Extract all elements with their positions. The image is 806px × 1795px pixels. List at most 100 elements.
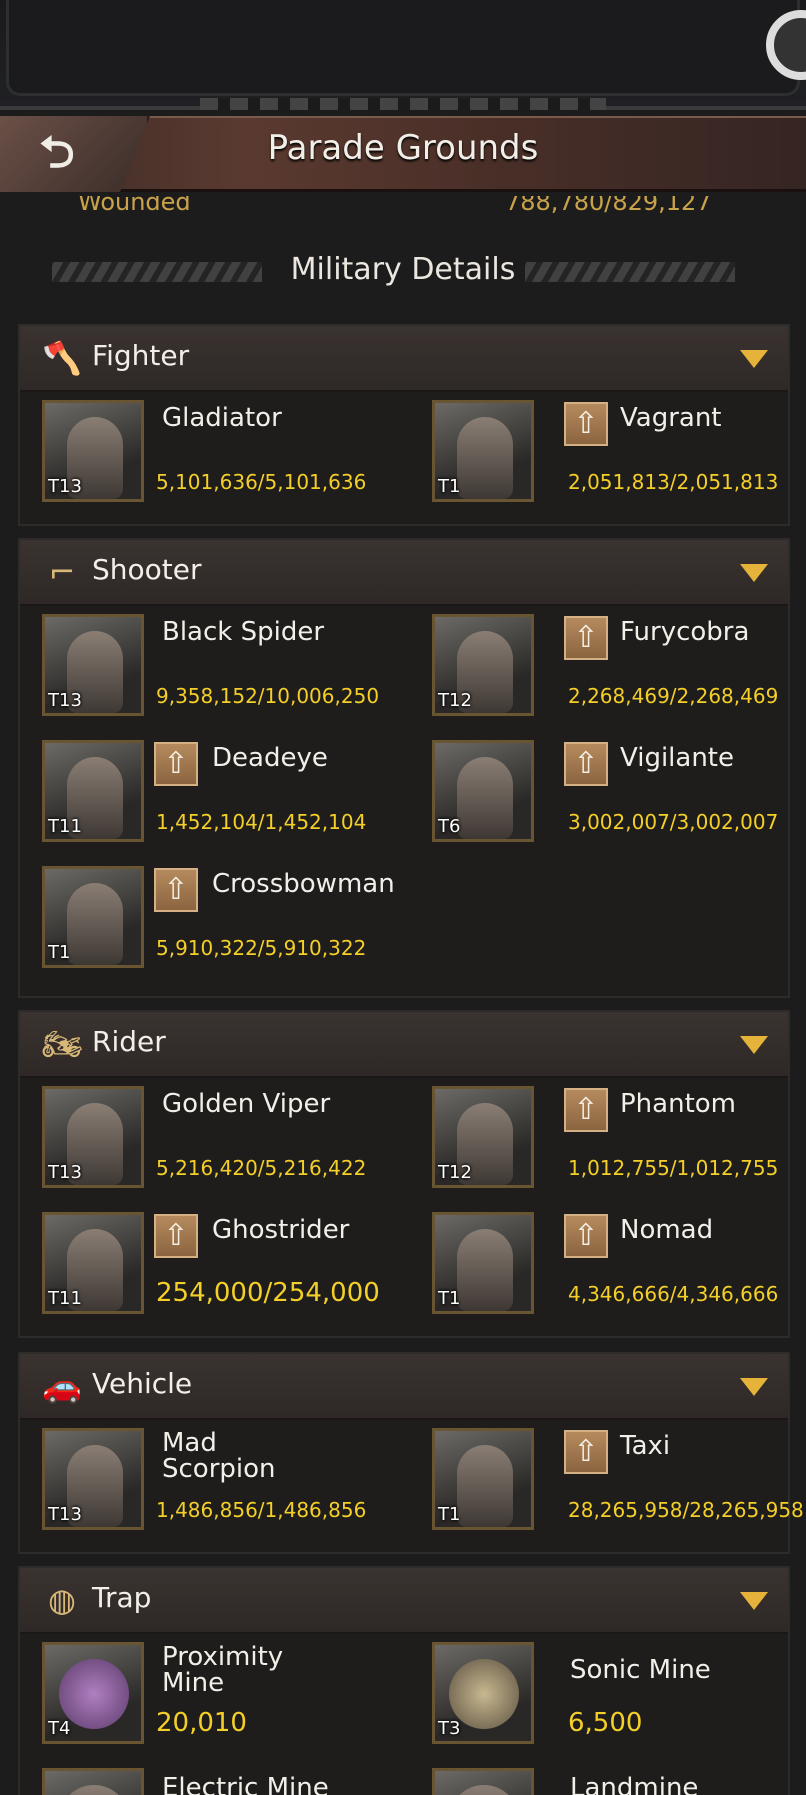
unit-card-gladiator[interactable]: T13 Gladiator 5,101,636/5,101,636 xyxy=(20,394,390,504)
unit-count: 5,910,322/5,910,322 xyxy=(156,936,367,960)
unit-portrait[interactable]: T6 xyxy=(432,740,534,842)
unit-name: Vigilante xyxy=(620,743,734,773)
unit-name: Crossbowman xyxy=(212,869,395,899)
collapse-arrow-icon[interactable] xyxy=(740,1378,768,1396)
unit-name: Vagrant xyxy=(620,403,722,433)
collapse-arrow-icon[interactable] xyxy=(740,350,768,368)
unit-portrait[interactable]: T3 xyxy=(432,1642,534,1744)
tier-badge: T6 xyxy=(438,816,461,837)
unit-count: 2,051,813/2,051,813 xyxy=(568,470,779,494)
upgrade-arrow-icon[interactable]: ⇧ xyxy=(564,402,608,446)
upgrade-arrow-icon[interactable]: ⇧ xyxy=(154,1214,198,1258)
unit-card-landmine[interactable]: Landmine xyxy=(410,1762,780,1795)
category-header[interactable]: 🏍 Rider xyxy=(20,1012,788,1078)
unit-name-line: Proximity xyxy=(162,1642,284,1672)
unit-portrait[interactable]: T13 xyxy=(42,400,144,502)
unit-card-ghostrider[interactable]: T11 ⇧ Ghostrider 254,000/254,000 xyxy=(20,1206,390,1316)
upgrade-arrow-icon[interactable]: ⇧ xyxy=(564,1430,608,1474)
unit-portrait[interactable]: T12 xyxy=(432,614,534,716)
section-title: Military Details xyxy=(290,252,516,287)
category-vehicle: 🚗 Vehicle T13 Mad Scorpion 1,486,856/1,4… xyxy=(18,1352,804,1554)
unit-portrait[interactable]: T13 xyxy=(42,1428,144,1530)
category-name: Shooter xyxy=(92,553,202,586)
unit-count: 2,268,469/2,268,469 xyxy=(568,684,779,708)
unit-card-sonic-mine[interactable]: T3 Sonic Mine 6,500 xyxy=(410,1636,780,1746)
unit-name: Phantom xyxy=(620,1089,736,1119)
collapse-arrow-icon[interactable] xyxy=(740,1592,768,1610)
unit-portrait[interactable]: T1 xyxy=(432,1212,534,1314)
upgrade-arrow-icon[interactable]: ⇧ xyxy=(154,742,198,786)
rifle-icon: ⌐ xyxy=(48,553,76,591)
unit-portrait[interactable] xyxy=(42,1768,144,1795)
tier-badge: T11 xyxy=(48,816,82,837)
hazard-stripes xyxy=(200,98,606,110)
category-name: Fighter xyxy=(92,339,190,372)
unit-card-golden-viper[interactable]: T13 Golden Viper 5,216,420/5,216,422 xyxy=(20,1080,390,1190)
upgrade-arrow-icon[interactable]: ⇧ xyxy=(564,1088,608,1132)
unit-portrait[interactable]: T13 xyxy=(42,614,144,716)
unit-portrait[interactable]: T11 xyxy=(42,1212,144,1314)
category-trap: ◍ Trap T4 Proximity Mine 20,010 T3 Sonic… xyxy=(18,1566,790,1795)
upgrade-arrow-icon[interactable]: ⇧ xyxy=(564,1214,608,1258)
tier-badge: T13 xyxy=(48,690,82,711)
unit-count: 254,000/254,000 xyxy=(156,1278,380,1308)
unit-portrait[interactable] xyxy=(432,1768,534,1795)
unit-name-line: Scorpion xyxy=(162,1454,276,1484)
unit-name-line: Mine xyxy=(162,1668,225,1698)
unit-count: 9,358,152/10,006,250 xyxy=(156,684,380,708)
collapse-arrow-icon[interactable] xyxy=(740,1036,768,1054)
unit-portrait[interactable]: T13 xyxy=(42,1086,144,1188)
car-icon: 🚗 xyxy=(42,1367,82,1405)
unit-portrait[interactable]: T12 xyxy=(432,1086,534,1188)
category-header[interactable]: 🚗 Vehicle xyxy=(20,1354,788,1420)
tier-badge: T4 xyxy=(48,1718,71,1739)
unit-name: Electric Mine xyxy=(162,1773,329,1795)
upgrade-arrow-icon[interactable]: ⇧ xyxy=(154,868,198,912)
unit-name: Gladiator xyxy=(162,403,282,433)
unit-card-mad-scorpion[interactable]: T13 Mad Scorpion 1,486,856/1,486,856 xyxy=(20,1422,390,1532)
unit-count: 5,216,420/5,216,422 xyxy=(156,1156,367,1180)
unit-name: Taxi xyxy=(620,1431,671,1461)
unit-name: Deadeye xyxy=(212,743,328,773)
collapse-arrow-icon[interactable] xyxy=(740,564,768,582)
unit-portrait[interactable]: T1 xyxy=(42,866,144,968)
wounded-label: Wounded xyxy=(78,196,191,216)
unit-card-black-spider[interactable]: T13 Black Spider 9,358,152/10,006,250 xyxy=(20,608,390,718)
unit-portrait[interactable]: T4 xyxy=(42,1642,144,1744)
unit-card-proximity-mine[interactable]: T4 Proximity Mine 20,010 xyxy=(20,1636,390,1746)
unit-card-electric-mine[interactable]: Electric Mine xyxy=(20,1762,390,1795)
unit-count: 28,265,958/28,265,958 xyxy=(568,1498,804,1522)
unit-portrait[interactable]: T11 xyxy=(42,740,144,842)
tier-badge: T1 xyxy=(438,476,461,497)
unit-card-nomad[interactable]: T1 ⇧ Nomad 4,346,666/4,346,666 xyxy=(410,1206,780,1316)
category-shooter: ⌐ Shooter T13 Black Spider 9,358,152/10,… xyxy=(18,538,790,998)
tier-badge: T1 xyxy=(48,942,71,963)
unit-portrait[interactable]: T1 xyxy=(432,1428,534,1530)
unit-card-phantom[interactable]: T12 ⇧ Phantom 1,012,755/1,012,755 xyxy=(410,1080,780,1190)
tier-badge: T11 xyxy=(48,1288,82,1309)
unit-card-vagrant[interactable]: T1 ⇧ Vagrant 2,051,813/2,051,813 xyxy=(410,394,780,504)
wounded-value: 788,780/829,127 xyxy=(505,196,712,216)
unit-name: Ghostrider xyxy=(212,1215,350,1245)
top-panel xyxy=(6,0,800,96)
category-fighter: 🪓 Fighter T13 Gladiator 5,101,636/5,101,… xyxy=(18,324,790,526)
category-name: Trap xyxy=(92,1581,152,1614)
unit-card-crossbowman[interactable]: T1 ⇧ Crossbowman 5,910,322/5,910,322 xyxy=(20,860,395,970)
unit-count: 1,012,755/1,012,755 xyxy=(568,1156,779,1180)
unit-card-vigilante[interactable]: T6 ⇧ Vigilante 3,002,007/3,002,007 xyxy=(410,734,780,844)
category-header[interactable]: ◍ Trap xyxy=(20,1568,788,1634)
unit-name: Landmine xyxy=(570,1773,699,1795)
unit-card-furycobra[interactable]: T12 ⇧ Furycobra 2,268,469/2,268,469 xyxy=(410,608,780,718)
unit-count: 3,002,007/3,002,007 xyxy=(568,810,779,834)
category-header[interactable]: 🪓 Fighter xyxy=(20,326,788,392)
tier-badge: T1 xyxy=(438,1288,461,1309)
unit-card-taxi[interactable]: T1 ⇧ Taxi 28,265,958/28,265,958 xyxy=(410,1422,804,1532)
upgrade-arrow-icon[interactable]: ⇧ xyxy=(564,742,608,786)
unit-portrait[interactable]: T1 xyxy=(432,400,534,502)
tier-badge: T13 xyxy=(48,476,82,497)
unit-card-deadeye[interactable]: T11 ⇧ Deadeye 1,452,104/1,452,104 xyxy=(20,734,390,844)
upgrade-arrow-icon[interactable]: ⇧ xyxy=(564,616,608,660)
unit-name: Furycobra xyxy=(620,617,750,647)
category-header[interactable]: ⌐ Shooter xyxy=(20,540,788,606)
unit-count: 6,500 xyxy=(568,1708,643,1738)
